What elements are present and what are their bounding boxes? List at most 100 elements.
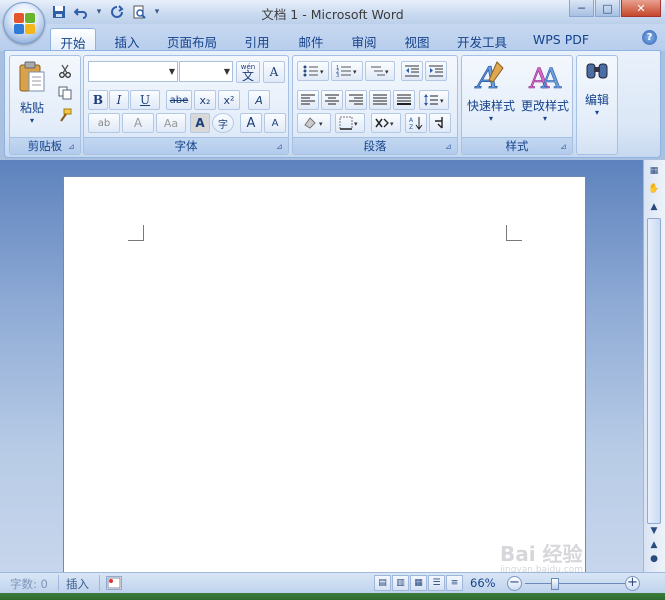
shrink-font-button[interactable]: A xyxy=(264,113,286,133)
paragraph-launcher-icon[interactable]: ⊿ xyxy=(445,142,454,151)
zoom-slider-track[interactable] xyxy=(525,583,625,584)
status-divider xyxy=(99,575,100,591)
change-case-button[interactable]: Aa xyxy=(156,113,186,133)
tab-references[interactable]: 引用 xyxy=(236,28,278,51)
editing-button[interactable]: 编辑 ▾ xyxy=(579,58,615,132)
shading-button[interactable]: ▾ xyxy=(297,113,331,133)
decrease-indent-icon xyxy=(405,65,419,77)
close-button[interactable]: ✕ xyxy=(621,0,661,17)
bold-button[interactable]: B xyxy=(88,90,108,110)
underline-button[interactable]: U xyxy=(130,90,160,110)
draft-view-icon[interactable]: ≡ xyxy=(446,575,463,591)
zoom-level[interactable]: 66% xyxy=(470,576,496,590)
crop-mark-top-left xyxy=(128,225,144,241)
increase-indent-button[interactable] xyxy=(425,61,447,81)
justify-button[interactable] xyxy=(369,90,391,110)
office-button[interactable] xyxy=(3,2,45,44)
paste-dropdown-icon[interactable]: ▾ xyxy=(14,116,50,125)
show-hide-marks-button[interactable] xyxy=(429,113,451,133)
cut-icon[interactable] xyxy=(56,62,74,80)
numbering-button[interactable]: 1 2 3 ▾ xyxy=(331,61,363,81)
watermark-text: Bai 经验 xyxy=(500,542,583,566)
select-browse-object-icon[interactable]: ● xyxy=(646,552,662,567)
tab-view[interactable]: 视图 xyxy=(396,28,438,51)
borders-icon: ▾ xyxy=(339,116,358,130)
group-editing: 编辑 ▾ xyxy=(576,55,618,155)
quick-styles-button[interactable]: A 快速样式 ▾ xyxy=(464,58,518,132)
font-name-dropdown-icon[interactable]: ▼ xyxy=(169,67,175,76)
text-highlight-button[interactable]: ab xyxy=(88,113,120,133)
editing-dropdown-icon[interactable]: ▾ xyxy=(579,108,615,117)
multilevel-list-button[interactable]: ▾ xyxy=(365,61,395,81)
pan-hand-icon[interactable]: ✋ xyxy=(646,182,662,197)
editing-label: 编辑 xyxy=(584,93,609,107)
borders-button[interactable]: ▾ xyxy=(335,113,365,133)
minimize-button[interactable]: ─ xyxy=(569,0,594,17)
clipboard-launcher-icon[interactable]: ⊿ xyxy=(68,142,77,151)
align-center-button[interactable] xyxy=(321,90,343,110)
tab-home[interactable]: 开始 xyxy=(50,28,96,51)
document-page[interactable] xyxy=(63,176,586,576)
scroll-thumb[interactable] xyxy=(647,218,661,524)
font-color-button[interactable]: A xyxy=(122,113,154,133)
font-size-combo[interactable]: ▼ xyxy=(179,61,233,82)
superscript-button[interactable]: x² xyxy=(218,90,240,110)
quick-styles-dropdown-icon[interactable]: ▾ xyxy=(464,114,518,123)
character-shading-button[interactable]: A xyxy=(190,113,210,133)
vertical-scrollbar[interactable]: ▦ ✋ ▲ ▼ ▲ ● xyxy=(643,160,665,572)
print-layout-view-icon[interactable]: ▤ xyxy=(374,575,391,591)
line-spacing-button[interactable]: ▾ xyxy=(419,90,449,110)
tab-developer[interactable]: 开发工具 xyxy=(450,28,514,51)
help-icon[interactable]: ? xyxy=(642,30,657,45)
ruler-toggle-icon[interactable]: ▦ xyxy=(646,164,662,179)
change-styles-button[interactable]: A A 更改样式 ▾ xyxy=(518,58,572,132)
tab-review[interactable]: 审阅 xyxy=(343,28,385,51)
align-right-button[interactable] xyxy=(345,90,367,110)
enclose-characters-button[interactable]: 字 xyxy=(212,113,234,133)
macro-record-icon[interactable] xyxy=(106,576,122,590)
sort-button[interactable]: AZ xyxy=(405,113,427,133)
word-count[interactable]: 字数: 0 xyxy=(10,576,48,592)
previous-page-icon[interactable]: ▲ xyxy=(646,538,662,553)
maximize-button[interactable]: □ xyxy=(595,0,620,17)
phonetic-guide-button[interactable]: wén 文 xyxy=(236,61,260,83)
zoom-out-icon[interactable]: − xyxy=(507,576,522,591)
distributed-button[interactable] xyxy=(393,90,415,110)
copy-icon[interactable] xyxy=(56,84,74,102)
outline-view-icon[interactable]: ☰ xyxy=(428,575,445,591)
font-size-dropdown-icon[interactable]: ▼ xyxy=(224,67,230,76)
svg-text:▾: ▾ xyxy=(390,120,394,128)
font-name-combo[interactable]: ▼ xyxy=(88,61,178,82)
paste-button[interactable]: 粘贴 ▾ xyxy=(14,60,50,132)
bullets-button[interactable]: ▾ xyxy=(297,61,329,81)
svg-text:3: 3 xyxy=(336,73,339,78)
font-launcher-icon[interactable]: ⊿ xyxy=(276,142,285,151)
full-screen-reading-view-icon[interactable]: ▥ xyxy=(392,575,409,591)
tab-wps-pdf[interactable]: WPS PDF xyxy=(526,28,596,51)
character-border-button[interactable]: A xyxy=(263,61,285,83)
align-left-button[interactable] xyxy=(297,90,319,110)
change-styles-dropdown-icon[interactable]: ▾ xyxy=(518,114,572,123)
decrease-indent-button[interactable] xyxy=(401,61,423,81)
change-styles-label: 更改样式 xyxy=(520,99,569,113)
strikethrough-button[interactable]: abe xyxy=(166,90,192,110)
chinese-layout-button[interactable]: ▾ xyxy=(371,113,401,133)
insert-mode[interactable]: 插入 xyxy=(66,576,89,592)
grow-font-button[interactable]: A xyxy=(240,113,262,133)
paragraph-mark-icon xyxy=(435,117,443,129)
format-painter-icon[interactable] xyxy=(56,106,74,124)
zoom-in-icon[interactable]: + xyxy=(625,576,640,591)
italic-button[interactable]: I xyxy=(109,90,129,110)
scroll-up-arrow-icon[interactable]: ▲ xyxy=(646,200,662,215)
styles-launcher-icon[interactable]: ⊿ xyxy=(560,142,569,151)
subscript-button[interactable]: x₂ xyxy=(194,90,216,110)
scroll-down-arrow-icon[interactable]: ▼ xyxy=(646,524,662,539)
zoom-slider-thumb[interactable] xyxy=(551,578,559,590)
tab-mailings[interactable]: 邮件 xyxy=(290,28,332,51)
group-paragraph: ▾ 1 2 3 ▾ ▾ ▾ ▾ ▾ ▾ A Z 段落 ⊿ xyxy=(292,55,458,155)
tab-page-layout[interactable]: 页面布局 xyxy=(160,28,224,51)
tab-insert[interactable]: 插入 xyxy=(106,28,148,51)
numbering-icon: 123 ▾ xyxy=(336,65,357,78)
clear-formatting-button[interactable]: A xyxy=(248,90,270,110)
web-layout-view-icon[interactable]: ▦ xyxy=(410,575,427,591)
